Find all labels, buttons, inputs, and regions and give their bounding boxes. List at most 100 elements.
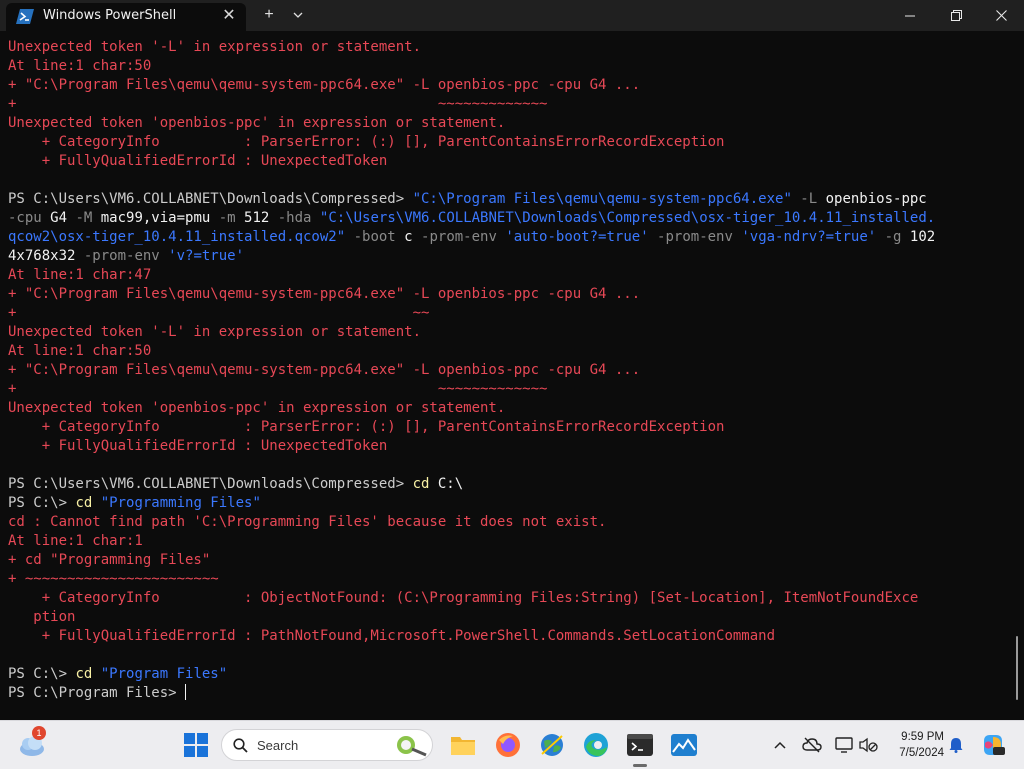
copilot-icon <box>984 735 1005 755</box>
close-icon <box>995 10 1007 21</box>
argument: C:\ <box>429 476 464 492</box>
terminal-line: + ~~~~~~~~~~~~~ <box>8 381 548 397</box>
terminal-line: cd : Cannot find path 'C:\Programming Fi… <box>8 514 607 530</box>
terminal-line: + FullyQualifiedErrorId : UnexpectedToke… <box>8 438 388 454</box>
argument: "Program Files" <box>92 666 228 682</box>
edge-button[interactable] <box>580 729 612 761</box>
parameter: -m <box>210 210 245 226</box>
string-argument: qcow2\osx-tiger_10.4.11_installed.qcow2" <box>8 229 346 245</box>
network-globe-icon <box>541 734 563 756</box>
terminal-line: + FullyQualifiedErrorId : UnexpectedToke… <box>8 153 388 169</box>
tab-dropdown-button[interactable] <box>288 4 308 26</box>
title-bar: Windows PowerShell ✕ + <box>0 0 1024 31</box>
firefox-button[interactable] <box>492 729 524 761</box>
terminal-prompt-line[interactable]: PS C:\Program Files> <box>8 684 1008 703</box>
terminal-line: Unexpected token '-L' in expression or s… <box>8 39 422 55</box>
terminal-line: + CategoryInfo : ParserError: (:) [], Pa… <box>8 134 725 150</box>
tab-windows-powershell[interactable]: Windows PowerShell ✕ <box>6 3 246 31</box>
argument: 102 <box>909 229 936 245</box>
start-button[interactable] <box>180 729 212 761</box>
command: cd <box>75 495 93 511</box>
chevron-down-icon <box>293 12 303 18</box>
new-tab-button[interactable]: + <box>258 4 280 26</box>
show-hidden-icons-button[interactable] <box>770 735 790 755</box>
terminal-output[interactable]: Unexpected token '-L' in expression or s… <box>8 38 1008 714</box>
prompt: PS C:\> <box>8 495 76 511</box>
command-text: PS C:\> cd "Program Files" <box>8 666 227 682</box>
volume-button[interactable] <box>858 735 878 755</box>
argument: G4 <box>50 210 68 226</box>
terminal-line: + CategoryInfo : ObjectNotFound: (C:\Pro… <box>8 590 919 606</box>
terminal-line: At line:1 char:50 <box>8 58 152 74</box>
string-argument: "C:\Users\VM6.COLLABNET\Downloads\Compre… <box>319 210 936 226</box>
scrollbar[interactable] <box>1016 636 1018 700</box>
argument: 512 <box>244 210 270 226</box>
terminal-command-line: PS C:\> cd "Programming Files" <box>8 494 1008 513</box>
parameter: -boot <box>345 229 405 245</box>
notification-button[interactable] <box>946 735 966 755</box>
photos-icon <box>671 734 697 756</box>
text-cursor <box>185 684 187 700</box>
terminal-line: + FullyQualifiedErrorId : PathNotFound,M… <box>8 628 776 644</box>
tray-cloud-button[interactable] <box>802 735 822 755</box>
network-globe-button[interactable] <box>536 729 568 761</box>
edge-icon <box>584 733 608 757</box>
terminal-line: + ~~ <box>8 305 430 321</box>
terminal-button[interactable] <box>624 729 656 761</box>
terminal-line: + ~~~~~~~~~~~~~ <box>8 96 548 112</box>
terminal-line: + "C:\Program Files\qemu\qemu-system-ppc… <box>8 286 641 302</box>
prompt: PS C:\Program Files> <box>8 685 186 701</box>
argument: mac99,via=pmu <box>100 210 211 226</box>
terminal-line: Unexpected token 'openbios-ppc' in expre… <box>8 115 506 131</box>
terminal-line: Unexpected token 'openbios-ppc' in expre… <box>8 400 506 416</box>
tab-close-icon[interactable]: ✕ <box>219 6 239 26</box>
search-highlight-icon <box>397 736 427 757</box>
string-argument: 'vga-ndrv?=true' <box>741 229 877 245</box>
parameter: -g <box>876 229 910 245</box>
terminal-command-line: -cpu G4 -M mac99,via=pmu -m 512 -hda "C:… <box>8 209 1008 228</box>
terminal-command-line: PS C:\Users\VM6.COLLABNET\Downloads\Comp… <box>8 190 1008 209</box>
weather-widget[interactable]: 1 <box>16 726 48 761</box>
chevron-up-icon <box>774 741 786 749</box>
photos-button[interactable] <box>668 729 700 761</box>
file-explorer-icon <box>451 737 475 755</box>
terminal-line: + "C:\Program Files\qemu\qemu-system-ppc… <box>8 362 641 378</box>
clock-date: 7/5/2024 <box>899 747 944 759</box>
cloud-offline-icon <box>802 737 822 753</box>
copilot-button[interactable] <box>980 732 1006 758</box>
argument: 4x768x32 <box>8 248 76 264</box>
clock[interactable]: 9:59 PM 7/5/2024 <box>880 729 944 761</box>
search-placeholder: Search <box>257 738 299 753</box>
maximize-button[interactable] <box>933 0 979 31</box>
tab-title: Windows PowerShell <box>43 8 177 23</box>
minimize-button[interactable] <box>887 0 933 31</box>
minimize-icon <box>905 15 915 16</box>
command-path: "C:\Program Files\qemu\qemu-system-ppc64… <box>412 191 792 207</box>
terminal-command-line: PS C:\> cd "Program Files" <box>8 665 1008 684</box>
command: cd <box>412 476 430 492</box>
close-button[interactable] <box>978 0 1024 31</box>
prompt: PS C:\Users\VM6.COLLABNET\Downloads\Comp… <box>8 476 413 492</box>
terminal-icon <box>627 734 653 756</box>
network-button[interactable] <box>834 735 854 755</box>
firefox-icon <box>496 733 520 757</box>
network-icon <box>835 737 853 753</box>
file-explorer-button[interactable] <box>447 729 479 761</box>
prompt: PS C:\> <box>8 666 76 682</box>
argument: "Programming Files" <box>92 495 261 511</box>
clock-time: 9:59 PM <box>901 731 944 743</box>
parameter: -prom-env <box>75 248 169 264</box>
terminal-line: + ~~~~~~~~~~~~~~~~~~~~~~~ <box>8 571 219 587</box>
argument: c <box>404 229 413 245</box>
terminal-line: At line:1 char:50 <box>8 343 152 359</box>
terminal-line: ption <box>8 609 76 625</box>
taskbar: 1 Search 9:59 PM 7/5/2024 <box>0 720 1024 769</box>
parameter: -cpu <box>8 210 51 226</box>
search-input[interactable]: Search <box>221 729 433 761</box>
active-app-indicator <box>633 764 647 767</box>
terminal-line: + CategoryInfo : ParserError: (:) [], Pa… <box>8 419 725 435</box>
restore-icon <box>950 10 962 21</box>
notification-badge: 1 <box>32 726 46 740</box>
